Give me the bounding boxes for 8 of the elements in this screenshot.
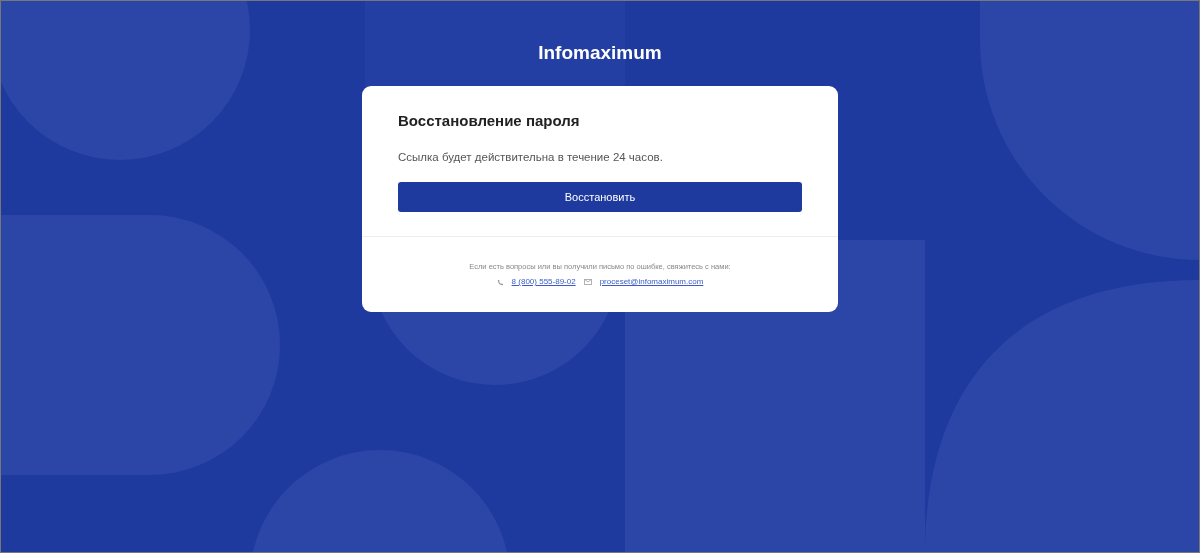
restore-button[interactable]: Восстановить [398, 181, 802, 212]
phone-link[interactable]: 8 (800) 555-89-02 [511, 276, 576, 288]
info-text: Ссылка будет действительна в течение 24 часов. [398, 149, 664, 165]
phone-icon [496, 278, 504, 286]
card-title: Восстановление пароля [398, 111, 581, 131]
mail-icon [583, 279, 592, 285]
email-link[interactable]: proceset@infomaximum.com [599, 276, 704, 288]
logo: Infomaximum [538, 42, 662, 63]
